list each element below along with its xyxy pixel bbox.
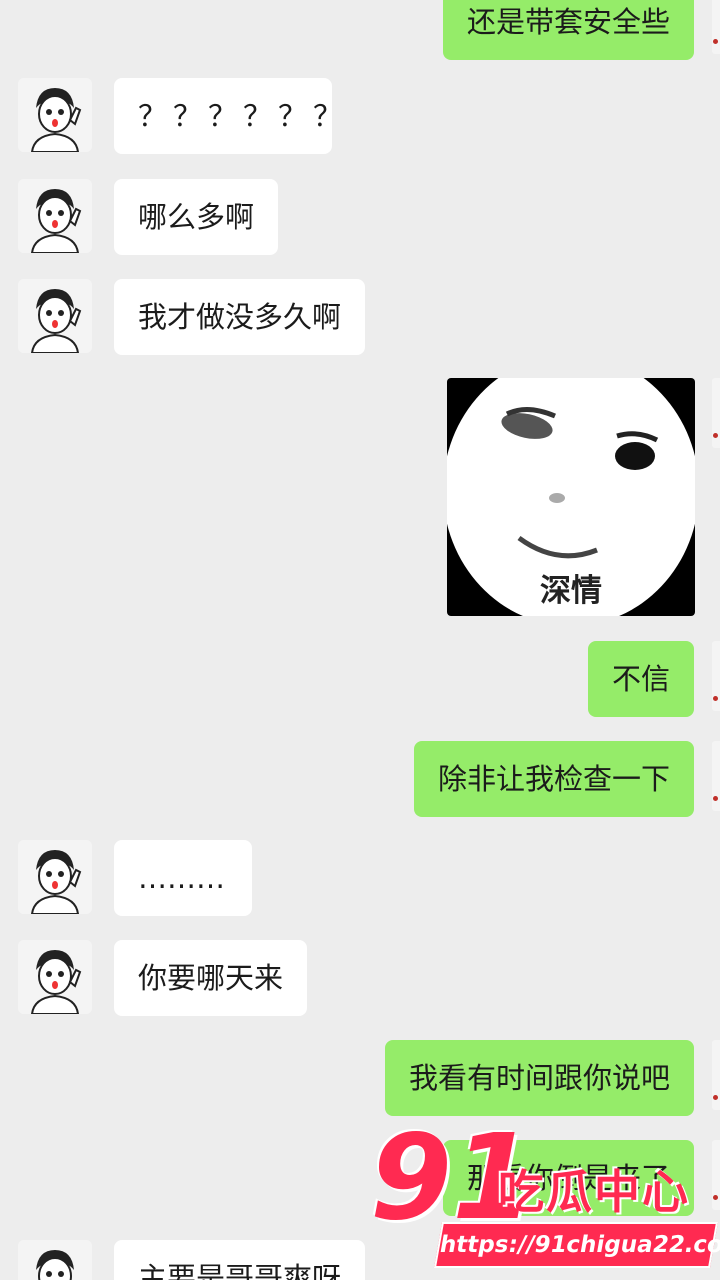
message-bubble[interactable]: 哪么多啊 xyxy=(114,179,279,255)
message-bubble[interactable]: 不信 xyxy=(587,641,694,717)
chat-message-received: 我才做没多久啊 xyxy=(0,279,720,359)
message-bubble[interactable]: 我看有时间跟你说吧 xyxy=(384,1040,694,1116)
avatar[interactable] xyxy=(18,179,92,253)
chat-message-received: 你要哪天来 xyxy=(0,940,720,1020)
avatar[interactable] xyxy=(18,840,92,914)
sticker-image[interactable]: 深情 xyxy=(447,378,695,616)
avatar[interactable] xyxy=(18,279,92,353)
message-bubble[interactable]: 还是带套安全些 xyxy=(442,0,694,60)
chat-message-received: 哪么多啊 xyxy=(0,179,720,259)
chat-message-sent: 不信 xyxy=(0,641,720,717)
message-bubble[interactable]: 除非让我检查一下 xyxy=(413,741,694,817)
avatar[interactable] xyxy=(18,78,92,152)
message-bubble[interactable]: ……… xyxy=(114,840,252,916)
chat-message-sent: 除非让我检查一下 xyxy=(0,741,720,817)
watermark-logo: 91 吃瓜中心 https://91chigua22.com xyxy=(370,1118,720,1280)
message-bubble[interactable]: 我才做没多久啊 xyxy=(114,279,366,355)
chat-message-sent: 还是带套安全些 xyxy=(0,0,720,60)
chat-message-sent-sticker: 深情 xyxy=(0,378,720,618)
message-bubble[interactable]: 你要哪天来 xyxy=(114,940,308,1016)
message-bubble[interactable]: 主要是哥哥爽呀 xyxy=(114,1240,366,1280)
avatar[interactable] xyxy=(18,940,92,1014)
self-avatar[interactable] xyxy=(712,741,720,811)
chat-message-received: ……… xyxy=(0,840,720,920)
self-avatar[interactable] xyxy=(712,0,720,54)
chat-message-received: ？？？？？？ xyxy=(0,78,720,158)
self-avatar[interactable] xyxy=(712,378,720,448)
chat-message-sent: 我看有时间跟你说吧 xyxy=(0,1040,720,1116)
message-bubble[interactable]: ？？？？？？ xyxy=(114,78,342,154)
sticker-caption: 深情 xyxy=(540,573,602,609)
self-avatar[interactable] xyxy=(712,641,720,711)
avatar[interactable] xyxy=(18,1240,92,1280)
watermark-url: https://91chigua22.com xyxy=(433,1222,720,1268)
self-avatar[interactable] xyxy=(712,1040,720,1110)
watermark-name: 吃瓜中心 xyxy=(498,1165,690,1219)
